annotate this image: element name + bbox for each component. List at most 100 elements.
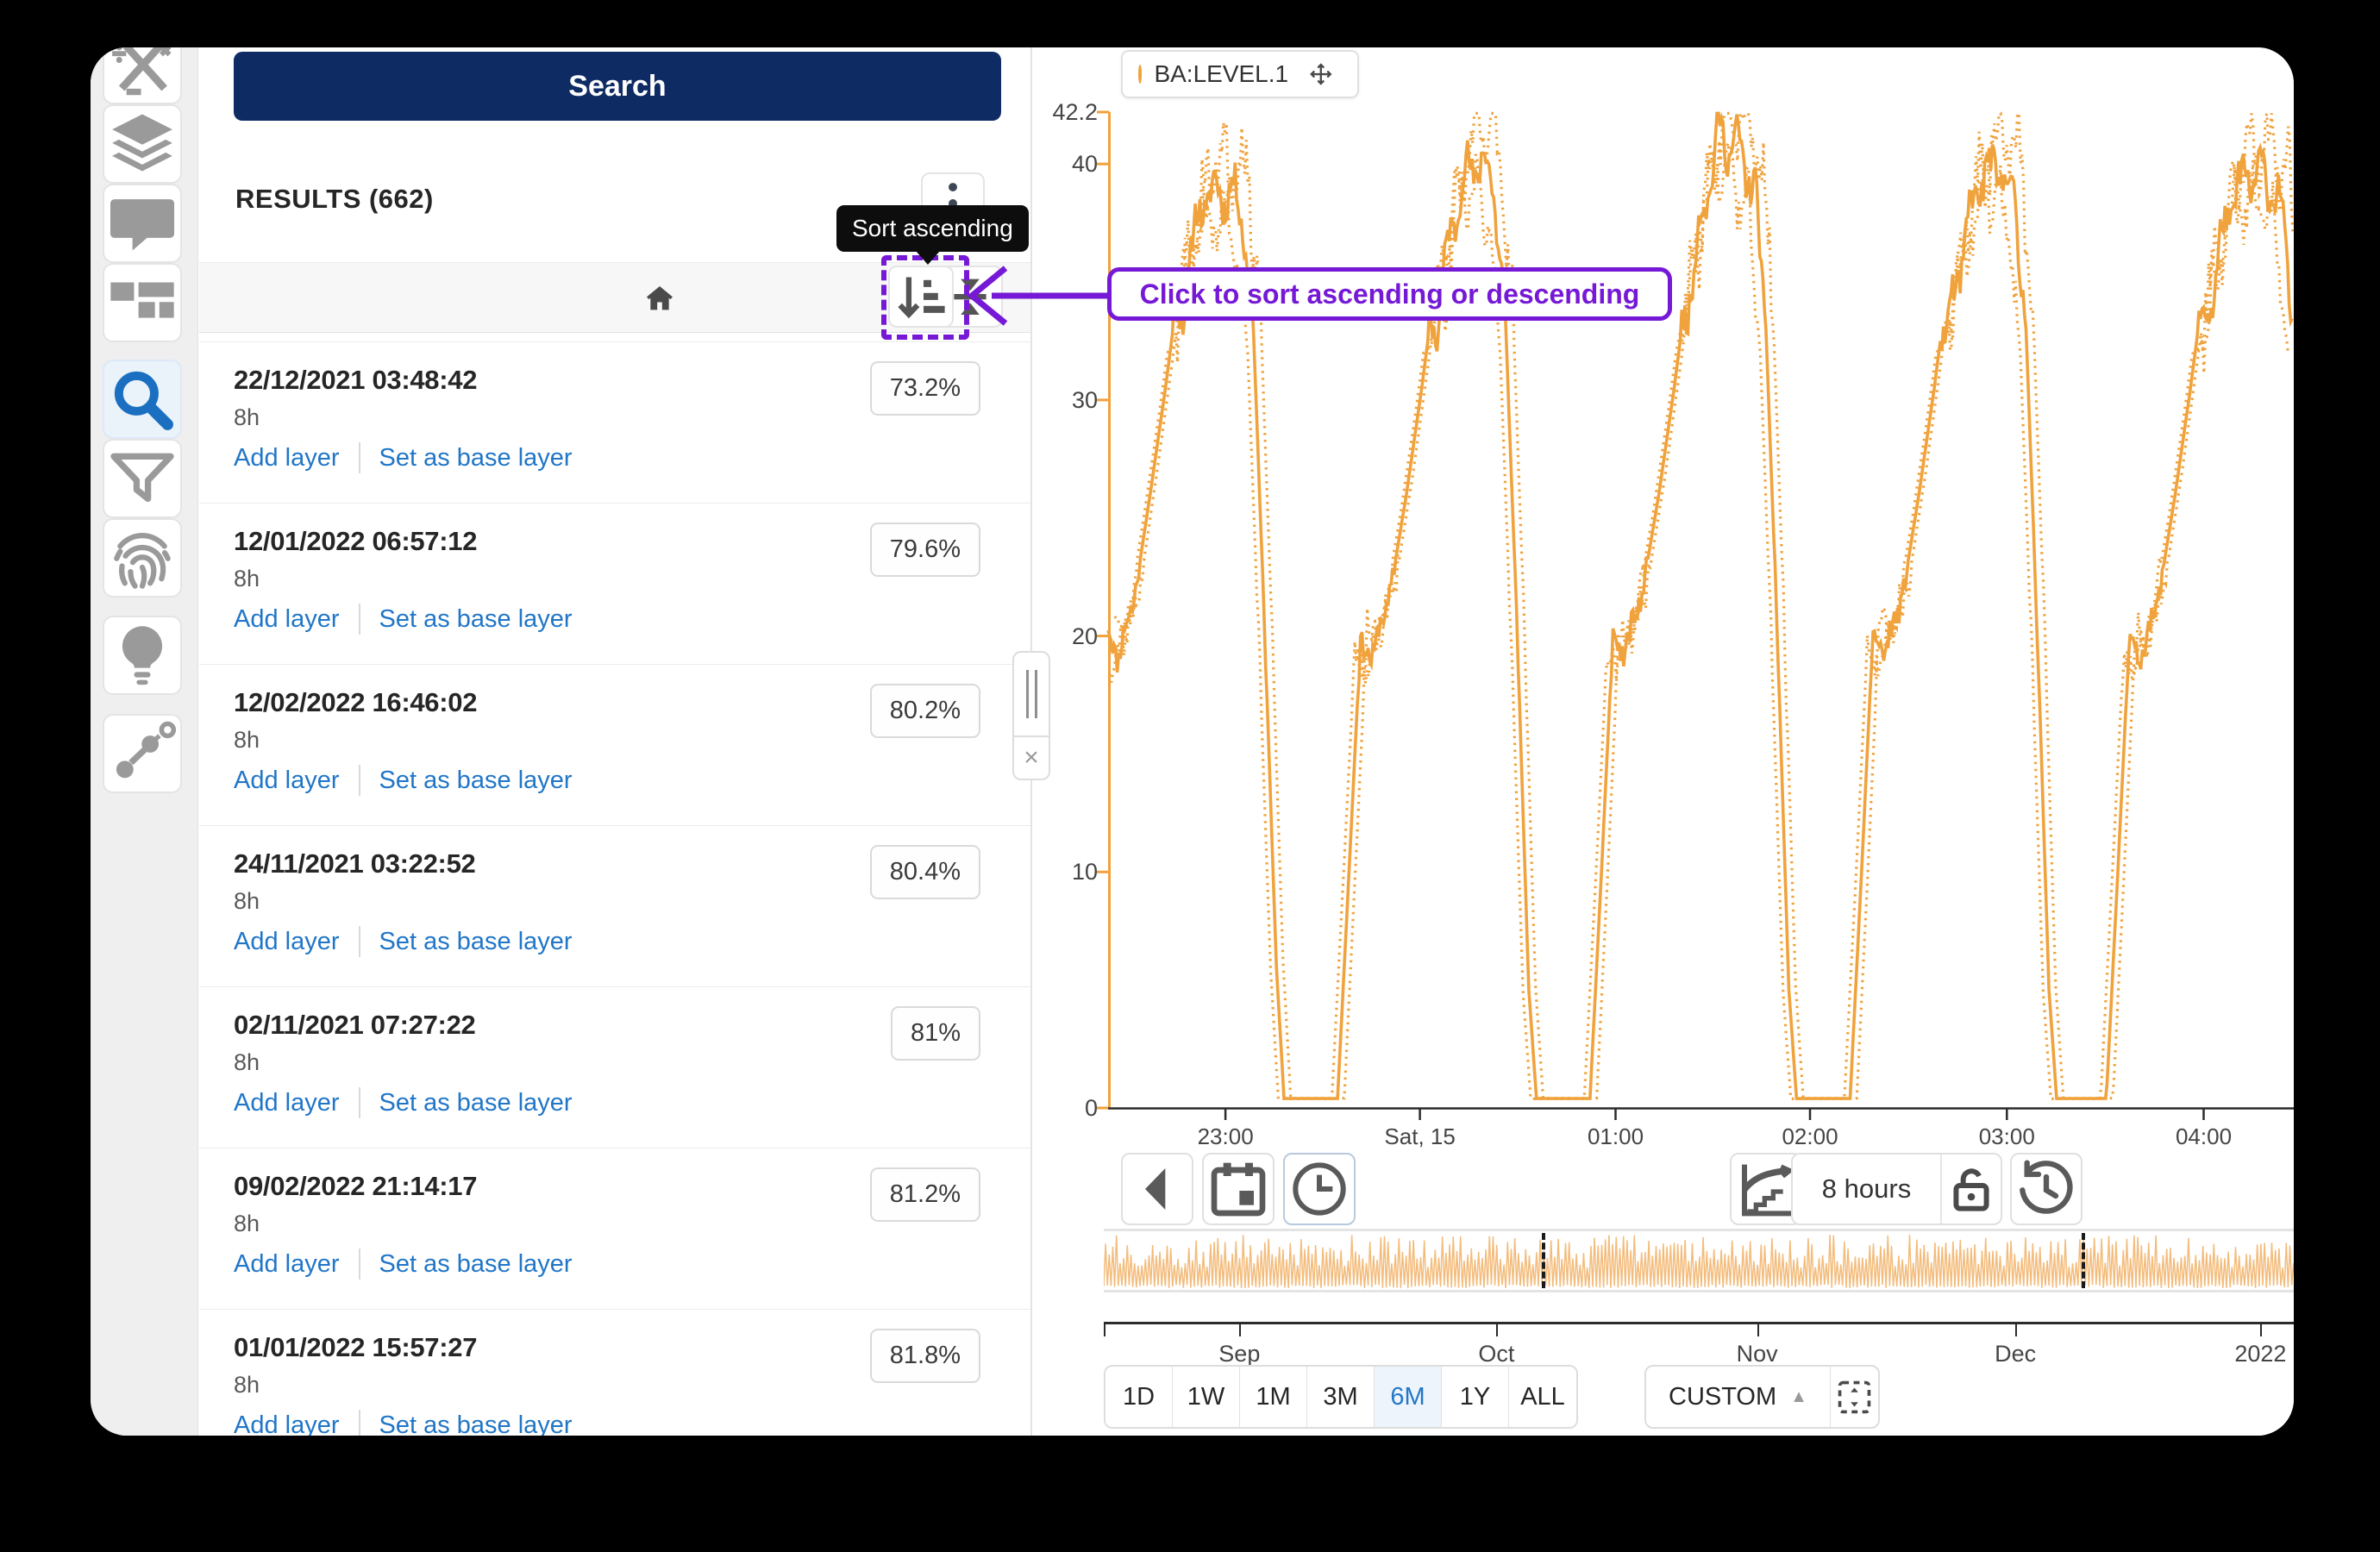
result-row[interactable]: 12/02/2022 16:46:028hAdd layerSet as bas…	[199, 664, 1030, 825]
sidebar-item-layers[interactable]	[103, 104, 182, 184]
sidebar-item-fingerprint[interactable]	[103, 518, 182, 598]
set-base-layer-link[interactable]: Set as base layer	[379, 1250, 573, 1279]
splitter-drag-handle[interactable]	[1012, 651, 1050, 737]
sidebar-item-calculations-off[interactable]	[103, 47, 182, 104]
match-percentage-badge: 81.8%	[870, 1329, 980, 1383]
y-axis-tick-label: 0	[1036, 1095, 1098, 1122]
range-button-1w[interactable]: 1W	[1173, 1367, 1240, 1427]
set-base-layer-link[interactable]: Set as base layer	[379, 605, 573, 634]
overview-waveform	[1104, 1231, 2294, 1290]
sidebar-item-dashboard[interactable]	[103, 263, 182, 342]
overview-brush-strip[interactable]	[1104, 1229, 2294, 1292]
time-window-value[interactable]: 8 hours	[1793, 1155, 1940, 1223]
add-layer-link[interactable]: Add layer	[234, 767, 340, 795]
sort-ascending-button[interactable]	[888, 266, 954, 328]
link-divider	[359, 1087, 360, 1118]
series-legend-chip[interactable]: BA:LEVEL.1	[1121, 50, 1359, 98]
result-actions: Add layer Set as base layer	[234, 765, 573, 796]
reset-history-button[interactable]	[2010, 1153, 2082, 1225]
sidebar-rail	[91, 47, 198, 1436]
timeseries-chart[interactable]	[1108, 112, 2294, 1110]
add-layer-link[interactable]: Add layer	[234, 605, 340, 634]
range-button-1d[interactable]: 1D	[1105, 1367, 1173, 1427]
time-window-control[interactable]: 8 hours	[1791, 1153, 2002, 1225]
fingerprint-icon	[104, 520, 180, 596]
custom-range-button[interactable]: CUSTOM ▲	[1646, 1367, 1830, 1427]
add-layer-link[interactable]: Add layer	[234, 1250, 340, 1279]
range-button-3m[interactable]: 3M	[1307, 1367, 1375, 1427]
set-base-layer-link[interactable]: Set as base layer	[379, 1411, 573, 1436]
result-actions: Add layer Set as base layer	[234, 1248, 573, 1280]
match-percentage-badge: 80.4%	[870, 845, 980, 899]
search-button[interactable]: Search	[234, 52, 1001, 121]
time-button[interactable]	[1283, 1153, 1356, 1225]
sidebar-item-ideas[interactable]	[103, 616, 182, 695]
overview-range-marker[interactable]	[2082, 1233, 2085, 1288]
calendar-button[interactable]	[1202, 1153, 1275, 1225]
overview-month-label: Sep	[1218, 1341, 1260, 1367]
result-date: 22/12/2021 03:48:42	[234, 365, 477, 396]
result-row[interactable]: 09/02/2022 21:14:178hAdd layerSet as bas…	[199, 1148, 1030, 1309]
match-percentage-badge: 73.2%	[870, 361, 980, 416]
result-duration: 8h	[234, 404, 260, 431]
link-divider	[359, 926, 360, 957]
set-base-layer-link[interactable]: Set as base layer	[379, 928, 573, 956]
add-layer-link[interactable]: Add layer	[234, 928, 340, 956]
result-row[interactable]: 22/12/2021 03:48:42 8h Add layer Set as bas…	[199, 341, 1030, 503]
result-row[interactable]: 02/11/2021 07:27:228hAdd layerSet as bas…	[199, 986, 1030, 1148]
layers-icon	[104, 106, 180, 182]
overview-axis-tick	[1757, 1324, 1759, 1336]
x-axis-tick-label: 04:00	[2176, 1123, 2232, 1150]
result-row[interactable]: 24/11/2021 03:22:528hAdd layerSet as bas…	[199, 825, 1030, 986]
sidebar-item-comments[interactable]	[103, 184, 182, 263]
calc-off-icon	[104, 47, 180, 103]
set-base-layer-link[interactable]: Set as base layer	[379, 767, 573, 795]
result-duration: 8h	[234, 1049, 260, 1076]
custom-range-group: CUSTOM ▲	[1644, 1365, 1880, 1429]
result-duration: 8h	[234, 566, 260, 592]
match-percentage-badge: 80.2%	[870, 684, 980, 738]
dashboard-icon	[104, 265, 180, 341]
bulb-icon	[104, 617, 180, 693]
overview-month-label: 2022	[2234, 1341, 2286, 1367]
add-layer-link[interactable]: Add layer	[234, 1089, 340, 1117]
lock-window-button[interactable]	[1940, 1155, 2001, 1223]
result-actions: Add layer Set as base layer	[234, 926, 573, 957]
result-date: 09/02/2022 21:14:17	[234, 1171, 477, 1202]
match-percentage-badge: 79.6%	[870, 523, 980, 577]
result-date: 12/02/2022 16:46:02	[234, 687, 477, 718]
overview-axis	[1104, 1322, 2294, 1324]
sidebar-item-connections[interactable]	[103, 714, 182, 793]
results-heading: RESULTS (662)	[235, 184, 434, 215]
x-axis-tick-label: 23:00	[1198, 1123, 1254, 1150]
fullscreen-button[interactable]	[1830, 1367, 1878, 1427]
range-button-all[interactable]: ALL	[1509, 1367, 1576, 1427]
link-divider	[359, 1410, 360, 1436]
graph-icon	[104, 716, 180, 792]
sidebar-item-search[interactable]	[103, 360, 182, 439]
link-divider	[359, 1248, 360, 1280]
add-layer-link[interactable]: Add layer	[234, 444, 340, 472]
range-button-1y[interactable]: 1Y	[1442, 1367, 1509, 1427]
step-line-chart-icon	[1732, 1155, 1801, 1223]
move-icon[interactable]	[1300, 61, 1342, 87]
chart-plot-area[interactable]	[1108, 112, 2294, 1110]
result-row[interactable]: 12/01/2022 06:57:12 8h Add layer Set as bas…	[199, 503, 1030, 664]
panel-close-button[interactable]: ×	[1012, 737, 1050, 780]
set-base-layer-link[interactable]: Set as base layer	[379, 444, 573, 472]
set-base-layer-link[interactable]: Set as base layer	[379, 1089, 573, 1117]
range-button-1m[interactable]: 1M	[1240, 1367, 1307, 1427]
sidebar-item-filter[interactable]	[103, 439, 182, 518]
overview-range-marker[interactable]	[1542, 1233, 1545, 1288]
result-date: 12/01/2022 06:57:12	[234, 526, 477, 557]
result-row[interactable]: 01/01/2022 15:57:278hAdd layerSet as bas…	[199, 1309, 1030, 1436]
pan-left-button[interactable]	[1121, 1153, 1193, 1225]
series-legend-label: BA:LEVEL.1	[1154, 60, 1288, 88]
chevron-left-icon	[1123, 1155, 1192, 1223]
overview-axis-tick	[1239, 1324, 1241, 1336]
result-date: 01/01/2022 15:57:27	[234, 1332, 477, 1363]
panel-splitter: ×	[1012, 651, 1050, 780]
range-button-6m[interactable]: 6M	[1375, 1367, 1442, 1427]
add-layer-link[interactable]: Add layer	[234, 1411, 340, 1436]
result-actions: Add layer Set as base layer	[234, 1410, 573, 1436]
